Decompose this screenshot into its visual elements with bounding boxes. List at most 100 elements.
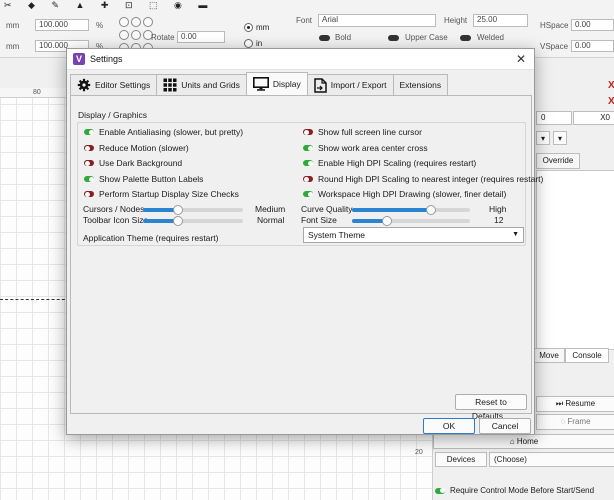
welded-toggle[interactable] <box>460 35 471 41</box>
resume-button[interactable]: ⏭ Resume <box>536 396 614 412</box>
hspace-label: HSpace <box>540 21 569 30</box>
hspace-field[interactable]: 0.00 <box>571 19 614 31</box>
anchor-point-button[interactable] <box>131 30 141 40</box>
unit-mm-radio[interactable] <box>244 23 253 32</box>
clear-x-mark[interactable]: X <box>608 80 614 91</box>
bold-toggle[interactable] <box>319 35 330 41</box>
clear-x-mark[interactable]: X <box>608 96 614 107</box>
require-control-option[interactable]: Require Control Mode Before Start/Send <box>435 486 594 495</box>
reset-defaults-button[interactable]: Reset to Defaults... <box>455 394 527 421</box>
option-high-dpi[interactable]: Enable High DPI Scaling (requires restar… <box>303 158 476 168</box>
curve-quality-slider[interactable] <box>352 205 470 215</box>
option-dark-background[interactable]: Use Dark Background <box>84 158 182 168</box>
center-cross-toggle[interactable] <box>303 145 313 151</box>
dropdown-arrow-button[interactable]: ▾ <box>536 131 550 145</box>
dialog-titlebar[interactable]: V Settings ✕ <box>67 49 534 70</box>
option-antialiasing[interactable]: Enable Antialiasing (slower, but pretty) <box>84 127 243 137</box>
unit-in-label: in <box>256 39 263 48</box>
tab-import-export[interactable]: Import / Export <box>306 74 394 95</box>
tab-import-export-label: Import / Export <box>330 80 387 90</box>
slider-thumb[interactable] <box>173 205 183 215</box>
dark-background-toggle[interactable] <box>84 160 94 166</box>
settings-dialog: V Settings ✕ Editor Settings Units and G… <box>66 48 543 435</box>
option-label: Perform Startup Display Size Checks <box>99 189 239 199</box>
frame-button[interactable]: ◌ Frame <box>536 414 614 430</box>
vspace-field[interactable]: 0.00 <box>571 40 614 52</box>
toolbar-icon-strip[interactable]: ✂ ◆ ✎ ▲ ✚ ⊡ ⬚ ◉ ▬ <box>4 0 214 11</box>
settings-tabs: Editor Settings Units and Grids Display <box>70 72 449 95</box>
application-theme-select[interactable]: System Theme ▼ <box>303 227 524 243</box>
home-label: Home <box>516 437 539 446</box>
anchor-point-button[interactable] <box>119 17 129 27</box>
font-size-slider[interactable] <box>352 216 470 226</box>
option-label: Enable Antialiasing (slower, but pretty) <box>99 127 244 137</box>
rotate-label: Rotate <box>151 33 175 42</box>
unit-label-2: mm <box>6 42 20 51</box>
tab-move[interactable]: Move <box>533 348 565 363</box>
option-startup-size-checks[interactable]: Perform Startup Display Size Checks <box>84 189 239 199</box>
option-label: Use Dark Background <box>99 158 183 168</box>
rotate-field[interactable]: 0.00 <box>177 31 225 43</box>
resume-label: Resume <box>565 399 596 408</box>
anchor-point-button[interactable] <box>119 30 129 40</box>
dropdown-arrow-button[interactable]: ▾ <box>553 131 567 145</box>
high-dpi-toggle[interactable] <box>303 160 313 166</box>
reduce-motion-toggle[interactable] <box>84 145 94 151</box>
startup-size-checks-toggle[interactable] <box>84 191 94 197</box>
require-control-toggle[interactable] <box>435 487 445 494</box>
option-center-cross[interactable]: Show work area center cross <box>303 143 428 153</box>
unit-in-radio[interactable] <box>244 39 253 48</box>
chevron-down-icon: ▼ <box>512 231 519 238</box>
tab-units-grids[interactable]: Units and Grids <box>156 74 247 95</box>
workspace-dpi-toggle[interactable] <box>303 191 313 197</box>
option-label: Workspace High DPI Drawing (slower, fine… <box>318 189 507 199</box>
percent-label-1: % <box>96 21 104 30</box>
cursors-nodes-slider[interactable] <box>143 205 243 215</box>
option-label: Enable High DPI Scaling (requires restar… <box>318 158 477 168</box>
toolbar-icon-size-slider[interactable] <box>143 216 243 226</box>
slider-thumb[interactable] <box>173 216 183 226</box>
position-field-b[interactable]: X0 <box>573 111 614 125</box>
devices-button[interactable]: Devices <box>435 452 487 467</box>
width-field[interactable]: 100.000 <box>35 19 89 31</box>
tab-console[interactable]: Console <box>565 348 609 363</box>
ok-button[interactable]: OK <box>423 418 475 434</box>
tab-editor-settings-label: Editor Settings <box>95 80 151 90</box>
round-dpi-toggle[interactable] <box>303 176 313 182</box>
cursors-nodes-value: Medium <box>255 204 286 214</box>
dialog-title: Settings <box>90 54 123 64</box>
panel-content-area <box>536 170 614 350</box>
override-tab[interactable]: Override <box>536 153 580 169</box>
upper-case-toggle[interactable] <box>388 35 399 41</box>
position-field-a[interactable]: 0 <box>536 111 572 125</box>
palette-labels-toggle[interactable] <box>84 176 94 182</box>
frame-label: Frame <box>567 417 591 426</box>
option-reduce-motion[interactable]: Reduce Motion (slower) <box>84 143 189 153</box>
cancel-button[interactable]: Cancel <box>479 418 531 434</box>
tab-extensions-label: Extensions <box>399 80 442 90</box>
text-height-field[interactable]: 25.00 <box>473 14 528 27</box>
devices-select[interactable]: (Choose) <box>489 452 614 467</box>
close-icon[interactable]: ✕ <box>514 52 528 66</box>
tab-display[interactable]: Display <box>245 72 308 95</box>
file-icon <box>314 77 327 93</box>
tab-editor-settings[interactable]: Editor Settings <box>70 74 158 95</box>
option-label: Show work area center cross <box>318 143 428 153</box>
option-palette-labels[interactable]: Show Palette Button Labels <box>84 174 203 184</box>
slider-thumb[interactable] <box>426 205 437 215</box>
tab-extensions[interactable]: Extensions <box>392 74 449 95</box>
option-round-dpi[interactable]: Round High DPI Scaling to nearest intege… <box>303 174 543 184</box>
font-select[interactable]: Arial <box>318 14 436 27</box>
line-cursor-toggle[interactable] <box>303 129 313 135</box>
anchor-point-button[interactable] <box>131 17 141 27</box>
antialiasing-toggle[interactable] <box>84 129 94 135</box>
curve-quality-value: High <box>489 204 507 214</box>
option-line-cursor[interactable]: Show full screen line cursor <box>303 127 422 137</box>
ruler-label-80: 80 <box>33 89 41 96</box>
option-workspace-dpi[interactable]: Workspace High DPI Drawing (slower, fine… <box>303 189 506 199</box>
upper-case-label: Upper Case <box>405 33 448 42</box>
monitor-icon <box>252 77 269 91</box>
home-button[interactable]: ⌂ Home <box>433 434 614 449</box>
text-height-label: Height <box>444 16 468 25</box>
anchor-point-button[interactable] <box>143 17 153 27</box>
